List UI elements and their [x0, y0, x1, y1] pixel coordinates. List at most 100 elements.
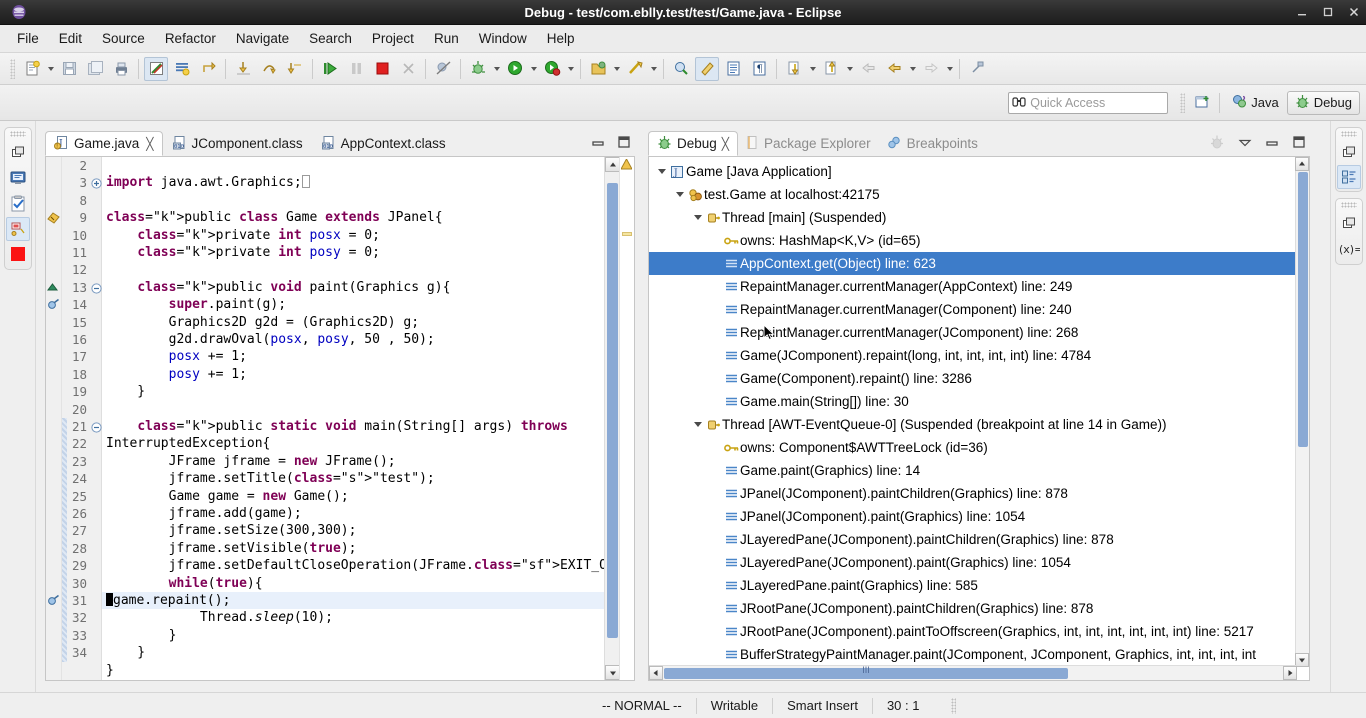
- code-line[interactable]: }: [102, 644, 604, 661]
- run-external-dropdown-icon[interactable]: [565, 57, 576, 81]
- save-all-icon[interactable]: [83, 57, 107, 81]
- tab-package-explorer[interactable]: Package Explorer: [738, 131, 879, 156]
- code-line[interactable]: jframe.add(game);: [102, 505, 604, 522]
- remove-all-breakpoints-icon[interactable]: [431, 57, 455, 81]
- disconnect-icon[interactable]: [396, 57, 420, 81]
- overview-annotation-marker[interactable]: [622, 232, 632, 236]
- forward-icon[interactable]: [919, 57, 943, 81]
- editor-overview-ruler[interactable]: [619, 157, 634, 680]
- debug-tree-row[interactable]: J Game [Java Application]: [649, 160, 1309, 183]
- debug-tree-row[interactable]: Game(Component).repaint() line: 3286: [649, 367, 1309, 390]
- close-icon[interactable]: ╳: [146, 137, 153, 151]
- menu-edit[interactable]: Edit: [50, 27, 91, 50]
- debug-tree-row[interactable]: Thread [main] (Suspended): [649, 206, 1309, 229]
- debug-launch-dropdown-icon[interactable]: [491, 57, 502, 81]
- menu-project[interactable]: Project: [363, 27, 423, 50]
- console-icon[interactable]: [5, 165, 31, 191]
- override-marker-icon[interactable]: [47, 281, 58, 296]
- debug-tree-row[interactable]: JLayeredPane.paint(Graphics) line: 585: [649, 574, 1309, 597]
- pin-editor-icon[interactable]: [965, 57, 989, 81]
- chevron-down-icon[interactable]: [691, 422, 704, 427]
- new-java-project-dropdown-icon[interactable]: [611, 57, 622, 81]
- step-over-icon[interactable]: [257, 57, 281, 81]
- debug-tree-row[interactable]: owns: HashMap<K,V> (id=65): [649, 229, 1309, 252]
- code-line[interactable]: }: [102, 662, 604, 679]
- chevron-down-icon[interactable]: [655, 169, 668, 174]
- code-editor[interactable]: 2 3 8 9 10 11 12 13 14 15 16 17 18 19 20 21 22 23 24 25 26 27…: [45, 156, 635, 681]
- terminate-icon[interactable]: [5, 241, 31, 267]
- code-line[interactable]: [102, 401, 604, 418]
- new-wizard-dropdown-icon[interactable]: [45, 57, 56, 81]
- code-line[interactable]: while(true){: [102, 575, 604, 592]
- editor-folding-gutter[interactable]: [90, 157, 102, 680]
- editor-vertical-scrollbar[interactable]: [604, 157, 620, 680]
- search-icon[interactable]: [669, 57, 693, 81]
- debug-view-toolbar-icon[interactable]: [1209, 134, 1225, 153]
- code-line[interactable]: game.repaint();: [102, 592, 604, 610]
- close-icon[interactable]: ╳: [722, 137, 729, 151]
- minimize-window-button[interactable]: [1296, 6, 1308, 18]
- open-type-icon[interactable]: [623, 57, 647, 81]
- breakpoint-marker-icon[interactable]: [47, 594, 60, 610]
- menu-help[interactable]: Help: [538, 27, 584, 50]
- fold-expand-icon[interactable]: [91, 177, 102, 192]
- menu-source[interactable]: Source: [93, 27, 154, 50]
- restore-icon[interactable]: [1336, 139, 1362, 165]
- chevron-down-icon[interactable]: [691, 215, 704, 220]
- tab-breakpoints[interactable]: Breakpoints: [879, 131, 986, 156]
- perspective-java[interactable]: Java: [1224, 91, 1286, 115]
- code-line[interactable]: Game game = new Game();: [102, 488, 604, 505]
- code-line[interactable]: class="k">private int posy = 0;: [102, 244, 604, 261]
- last-edit-location-icon[interactable]: [856, 57, 880, 81]
- code-line[interactable]: jframe.setTitle(class="s">"test");: [102, 470, 604, 487]
- left-shortcut-grip[interactable]: [10, 131, 26, 137]
- maximize-icon[interactable]: [617, 135, 631, 152]
- print-icon[interactable]: [109, 57, 133, 81]
- back-dropdown-icon[interactable]: [907, 57, 918, 81]
- debug-tree-row[interactable]: owns: Component$AWTTreeLock (id=36): [649, 436, 1309, 459]
- code-line[interactable]: JFrame jframe = new JFrame();: [102, 453, 604, 470]
- next-annotation-dropdown-icon[interactable]: [807, 57, 818, 81]
- scroll-down-icon[interactable]: [605, 665, 620, 680]
- code-line[interactable]: jframe.setSize(300,300);: [102, 522, 604, 539]
- editor-marker-gutter[interactable]: [46, 157, 62, 680]
- code-line[interactable]: class="k">public static void main(String…: [102, 418, 604, 435]
- debug-tree-row[interactable]: JRootPane(JComponent).paintToOffscreen(G…: [649, 620, 1309, 643]
- debug-tree-container[interactable]: J Game [Java Application] test.Game at loc…: [648, 156, 1310, 681]
- code-line[interactable]: jframe.setVisible(true);: [102, 540, 604, 557]
- forward-dropdown-icon[interactable]: [944, 57, 955, 81]
- close-window-button[interactable]: [1348, 6, 1360, 18]
- debug-tree-row-selected[interactable]: AppContext.get(Object) line: 623: [649, 252, 1309, 275]
- debug-tree-row[interactable]: JPanel(JComponent).paintChildren(Graphic…: [649, 482, 1309, 505]
- previous-annotation-dropdown-icon[interactable]: [844, 57, 855, 81]
- debug-tree-row[interactable]: Game.main(String[]) line: 30: [649, 390, 1309, 413]
- code-line[interactable]: InterruptedException{: [102, 435, 604, 452]
- toolbar-grip[interactable]: [10, 58, 15, 79]
- scroll-up-icon[interactable]: [1295, 157, 1309, 171]
- menu-refactor[interactable]: Refactor: [156, 27, 225, 50]
- new-java-project-icon[interactable]: [586, 57, 610, 81]
- code-line[interactable]: g2d.drawOval(posx, posy, 50 , 50);: [102, 331, 604, 348]
- scroll-left-icon[interactable]: [649, 666, 663, 680]
- debug-tree-row[interactable]: RepaintManager.currentManager(AppContext…: [649, 275, 1309, 298]
- fold-collapse-icon[interactable]: [91, 282, 102, 297]
- toggle-mark-occurrences-icon[interactable]: [144, 56, 168, 81]
- code-line[interactable]: posx += 1;: [102, 348, 604, 365]
- debug-tree-row[interactable]: JLayeredPane(JComponent).paint(Graphics)…: [649, 551, 1309, 574]
- code-line[interactable]: [102, 157, 604, 174]
- resume-icon[interactable]: [318, 57, 342, 81]
- perspective-bar-grip[interactable]: [1180, 92, 1186, 113]
- code-line[interactable]: Thread.sleep(10);: [102, 609, 604, 626]
- show-whitespace-icon[interactable]: ¶: [747, 57, 771, 81]
- right-shortcut-grip-2[interactable]: [1341, 202, 1357, 208]
- code-line[interactable]: jframe.setDefaultCloseOperation(JFrame.c…: [102, 557, 604, 574]
- open-perspective-icon[interactable]: [1190, 91, 1214, 115]
- scroll-down-icon[interactable]: [1295, 653, 1309, 667]
- debug-tree-row[interactable]: Game.paint(Graphics) line: 14: [649, 459, 1309, 482]
- debug-launch-icon[interactable]: [466, 57, 490, 81]
- editor-code-area[interactable]: import java.awt.Graphics; class="k">publi…: [102, 157, 604, 680]
- debug-tree-row[interactable]: RepaintManager.currentManager(Component)…: [649, 298, 1309, 321]
- fold-collapse-icon[interactable]: [91, 421, 102, 436]
- menu-search[interactable]: Search: [300, 27, 361, 50]
- debug-tree-row[interactable]: JLayeredPane(JComponent).paintChildren(G…: [649, 528, 1309, 551]
